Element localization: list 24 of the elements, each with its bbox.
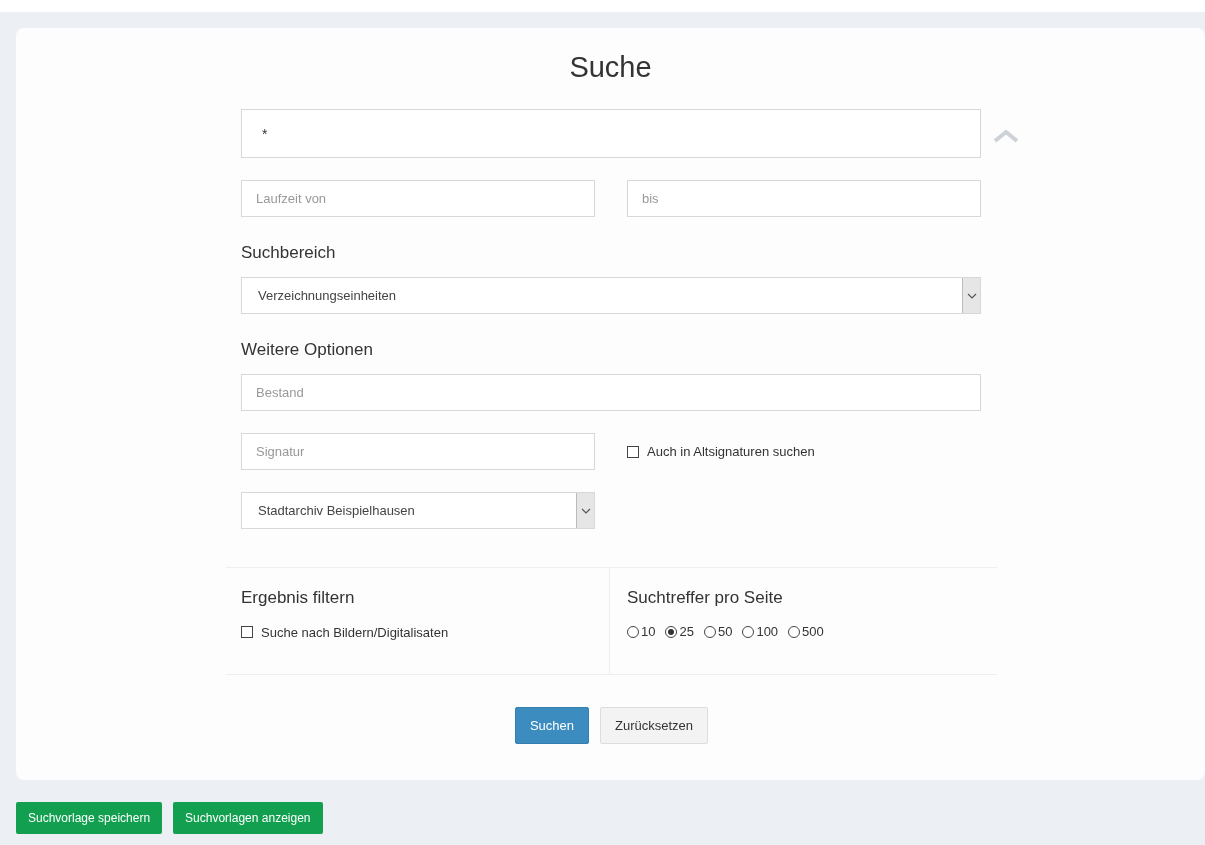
caret-icon [966,292,977,299]
search-button[interactable]: Suchen [514,707,589,744]
alt-signature-checkbox[interactable]: Auch in Altsignaturen suchen [627,444,981,459]
page-title: Suche [568,50,653,85]
page-size-radio[interactable]: 50 [703,624,733,639]
caret-icon [580,507,591,514]
section-label: Suchtreffer pro Seite [627,588,784,608]
page-size-radio[interactable]: 100 [742,624,779,639]
section-label: Suchbereich [241,243,337,263]
archive-select[interactable]: Stadtarchiv Beispielhausen [241,492,595,529]
signatur-field[interactable]: Signatur [241,433,595,470]
search-field[interactable]: * [241,109,981,158]
page-size-radio[interactable]: 500 [788,624,824,639]
section-label: Weitere Optionen [241,340,374,360]
images-checkbox[interactable]: Suche nach Bildern/Digitalisaten [241,624,449,640]
chevron-up-icon[interactable] [993,129,1019,143]
section-label: Ergebnis filtern [241,588,356,608]
reset-button[interactable]: Zurücksetzen [600,707,709,744]
page-size-radio[interactable]: 25 [665,624,694,639]
bestand-field[interactable]: Bestand [241,374,981,411]
date-from-field[interactable]: Laufzeit von [241,180,595,217]
date-to-field[interactable]: bis [627,180,981,217]
scope-select[interactable]: Verzeichnungseinheiten [241,277,981,314]
page-size-radio[interactable]: 10 [627,624,656,639]
